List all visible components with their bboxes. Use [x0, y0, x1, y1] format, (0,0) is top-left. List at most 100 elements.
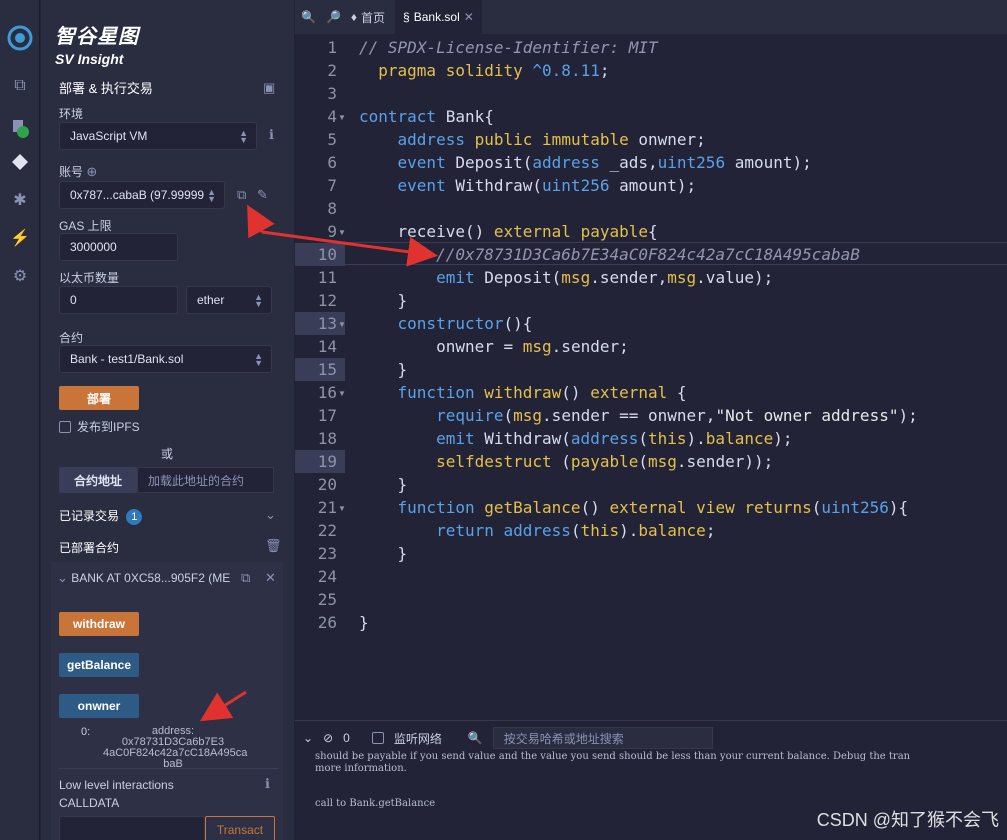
line-number: 20: [317, 475, 337, 494]
terminal-line-3: call to Bank.getBalance: [315, 798, 436, 809]
code-line-2: pragma solidity ^0.8.11;: [378, 61, 610, 80]
calldata-input[interactable]: [59, 816, 205, 840]
code-line-1: // SPDX-License-Identifier: MIT: [359, 38, 658, 57]
line-number: 26: [317, 613, 337, 632]
line-number: 17: [317, 406, 337, 425]
code-line-21: function getBalance() external view retu…: [397, 498, 909, 517]
select-caret-icon: ▲ ▼: [207, 187, 216, 204]
close-icon[interactable]: ✕: [265, 570, 276, 586]
code-line-20: }: [359, 475, 408, 494]
line-number: 5: [327, 130, 337, 149]
code-line-15: }: [359, 360, 408, 379]
deploy-run-icon[interactable]: [8, 150, 32, 174]
deployed-contracts-label: 已部署合约: [59, 541, 120, 555]
edit-account-icon[interactable]: ✎: [257, 187, 268, 203]
line-number: 4: [327, 107, 337, 126]
brand-sub: SV Insight: [55, 51, 124, 67]
account-select[interactable]: 0x787...cabaB (97.99999 ▲ ▼: [59, 181, 225, 209]
line-number: 18: [317, 429, 337, 448]
fold-arrow-icon[interactable]: ▼: [338, 389, 346, 398]
account-label: 账号 ⊕: [59, 164, 98, 179]
line-number: 23: [317, 544, 337, 563]
line-gutter: 1 2 3 4 ▼ 5 6 7 8 9 ▼ 10 11 12 13 ▼ 14 15 16 ▼ 17 18 19 20 21 ▼ 22…: [295, 36, 346, 720]
contract-instance: ⌄ BANK AT 0XC58...905F2 (ME ⧉ ✕ withdraw…: [51, 562, 283, 840]
line-number: 19: [295, 450, 345, 473]
code-line-18: emit Withdraw(address(this).balance);: [436, 429, 793, 448]
tab-home[interactable]: ♦ 首页: [351, 9, 385, 26]
divider: [59, 768, 279, 769]
fold-arrow-icon[interactable]: ▼: [338, 228, 346, 237]
eth-value-input[interactable]: 0: [59, 286, 178, 314]
fold-arrow-icon[interactable]: ▼: [338, 320, 346, 329]
terminal-line-2: more information.: [315, 763, 407, 774]
ipfs-checkbox[interactable]: [59, 420, 71, 433]
at-address-group: 合约地址 加载此地址的合约: [59, 467, 274, 493]
terminal-toolbar: ⌄ ⊘ 0 监听网络 🔍 按交易哈希或地址搜索: [295, 725, 1007, 751]
line-number: 7: [327, 176, 337, 195]
clear-terminal-icon[interactable]: ⊘: [323, 731, 333, 745]
eth-unit-select[interactable]: ether ▲ ▼: [186, 286, 272, 314]
doc-icon[interactable]: ▣: [263, 80, 275, 96]
icon-rail: ⧉ ✱ ⚡ ⚙: [0, 0, 40, 840]
at-address-button[interactable]: 合约地址: [59, 467, 137, 493]
add-account-icon[interactable]: ⊕: [86, 164, 97, 179]
zoom-in-icon[interactable]: 🔎: [326, 10, 341, 24]
contract-label: 合约: [59, 331, 84, 345]
zoom-out-icon[interactable]: 🔍: [301, 10, 316, 24]
copy-account-icon[interactable]: ⧉: [237, 187, 246, 203]
recorded-count-badge: 1: [126, 509, 143, 525]
code-line-17: require(msg.sender == onwner,"Not owner …: [436, 406, 918, 425]
copy-address-icon[interactable]: ⧉: [241, 570, 250, 586]
close-tab-icon[interactable]: ✕: [464, 10, 474, 24]
file-explorer-icon[interactable]: ⧉: [8, 74, 32, 98]
info-icon[interactable]: ℹ: [269, 127, 274, 143]
chevron-down-icon[interactable]: ⌄: [265, 507, 276, 523]
gas-value: 3000000: [70, 240, 117, 254]
line-number: 15: [295, 358, 345, 381]
info-icon[interactable]: ℹ: [265, 776, 270, 792]
editor-tabs: 🔍 🔎 ♦ 首页 § Bank.sol ✕: [295, 0, 1007, 34]
solidity-compiler-icon[interactable]: [8, 116, 32, 140]
line-number: 3: [327, 84, 337, 103]
code-line-19: selfdestruct (payable(msg.sender));: [436, 452, 774, 471]
code-line-11: emit Deposit(msg.sender,msg.value);: [436, 268, 774, 287]
instance-title[interactable]: ⌄ BANK AT 0XC58...905F2 (ME: [57, 570, 230, 586]
result-value: address: 0x78731D3Ca6b7E3 4aC0F824c42a7c…: [103, 725, 248, 770]
recorded-tx-label[interactable]: 已记录交易 1: [59, 507, 143, 525]
deploy-button[interactable]: 部署: [59, 386, 139, 410]
low-level-label: Low level interactions: [59, 778, 174, 792]
listen-network-label: 监听网络: [393, 731, 442, 746]
line-number: 2: [327, 61, 337, 80]
env-select[interactable]: JavaScript VM ▲ ▼: [59, 122, 257, 150]
code-line-5: address public immutable onwner;: [397, 130, 706, 149]
fold-arrow-icon[interactable]: ▼: [338, 504, 346, 513]
fold-arrow-icon[interactable]: ▼: [338, 113, 346, 122]
code-area[interactable]: // SPDX-License-Identifier: MIT pragma s…: [359, 36, 1007, 720]
line-number: 9: [327, 222, 337, 241]
select-caret-icon: ▲ ▼: [254, 292, 263, 309]
plugin-icon[interactable]: ⚡: [8, 226, 32, 250]
collapse-terminal-icon[interactable]: ⌄: [303, 731, 313, 745]
account-value: 0x787...cabaB (97.99999: [70, 188, 205, 202]
line-number: 25: [317, 590, 337, 609]
line-number: 21: [317, 498, 337, 517]
getbalance-button[interactable]: getBalance: [59, 653, 139, 677]
or-label: 或: [161, 447, 174, 461]
settings-gear-icon[interactable]: ⚙: [8, 264, 32, 288]
onwner-button[interactable]: onwner: [59, 694, 139, 718]
transact-button[interactable]: Transact: [205, 816, 275, 840]
tab-bank-sol[interactable]: § Bank.sol ✕: [395, 0, 482, 34]
contract-select[interactable]: Bank - test1/Bank.sol ▲ ▼: [59, 345, 272, 373]
ipfs-label: 发布到IPFS: [77, 420, 140, 434]
trash-icon[interactable]: 🗑: [265, 538, 282, 554]
terminal-search-input[interactable]: 按交易哈希或地址搜索: [492, 727, 713, 749]
withdraw-button[interactable]: withdraw: [59, 612, 139, 636]
home-icon: ♦: [350, 10, 358, 24]
env-label: 环境: [59, 107, 84, 121]
eth-label: 以太币数量: [59, 271, 120, 285]
remix-logo-icon[interactable]: [4, 22, 36, 54]
debugger-icon[interactable]: ✱: [8, 188, 32, 212]
listen-network-checkbox[interactable]: [371, 732, 384, 744]
at-address-input[interactable]: 加载此地址的合约: [137, 467, 274, 493]
gas-limit-input[interactable]: 3000000: [59, 233, 178, 261]
